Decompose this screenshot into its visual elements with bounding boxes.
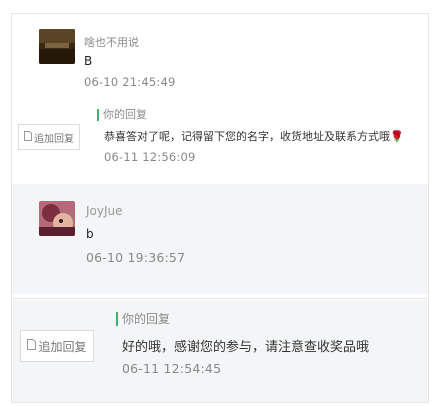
comment-panel: 啥也不用说 B 06-10 21:45:49 你的回复 追加回复 恭喜答对了呢，… — [11, 13, 429, 403]
comment-time: 06-10 19:36:57 — [86, 250, 186, 265]
add-reply-button[interactable]: 追加回复 — [18, 124, 80, 150]
reply-label: 你的回复 — [97, 109, 147, 121]
avatar[interactable] — [39, 201, 75, 236]
comment-item: JoyJue b 06-10 19:36:57 — [12, 184, 428, 294]
reply-text: 恭喜答对了呢，记得留下您的名字，收货地址及联系方式哦🌹 — [104, 130, 404, 143]
add-reply-button[interactable]: 追加回复 — [20, 330, 94, 362]
add-reply-label: 追加回复 — [34, 133, 74, 145]
document-icon — [27, 339, 37, 353]
divider — [12, 298, 428, 299]
comment-username: 啥也不用说 — [84, 36, 139, 49]
comment-time: 06-10 21:45:49 — [84, 75, 176, 89]
reply-time: 06-11 12:56:09 — [104, 150, 196, 164]
reply-time: 06-11 12:54:45 — [122, 361, 222, 376]
document-icon — [24, 130, 32, 144]
comment-message: B — [84, 54, 93, 68]
reply-text: 好的哦，感谢您的参与，请注意查收奖品哦 — [122, 340, 370, 355]
comment-item: 啥也不用说 B 06-10 21:45:49 你的回复 追加回复 恭喜答对了呢，… — [12, 14, 428, 184]
add-reply-label: 追加回复 — [38, 339, 87, 354]
comment-message: b — [86, 227, 94, 241]
comment-username: JoyJue — [86, 204, 123, 218]
reply-block: 你的回复 追加回复 好的哦，感谢您的参与，请注意查收奖品哦 06-11 12:5… — [12, 300, 428, 402]
reply-label: 你的回复 — [116, 312, 170, 326]
avatar[interactable] — [39, 29, 75, 64]
